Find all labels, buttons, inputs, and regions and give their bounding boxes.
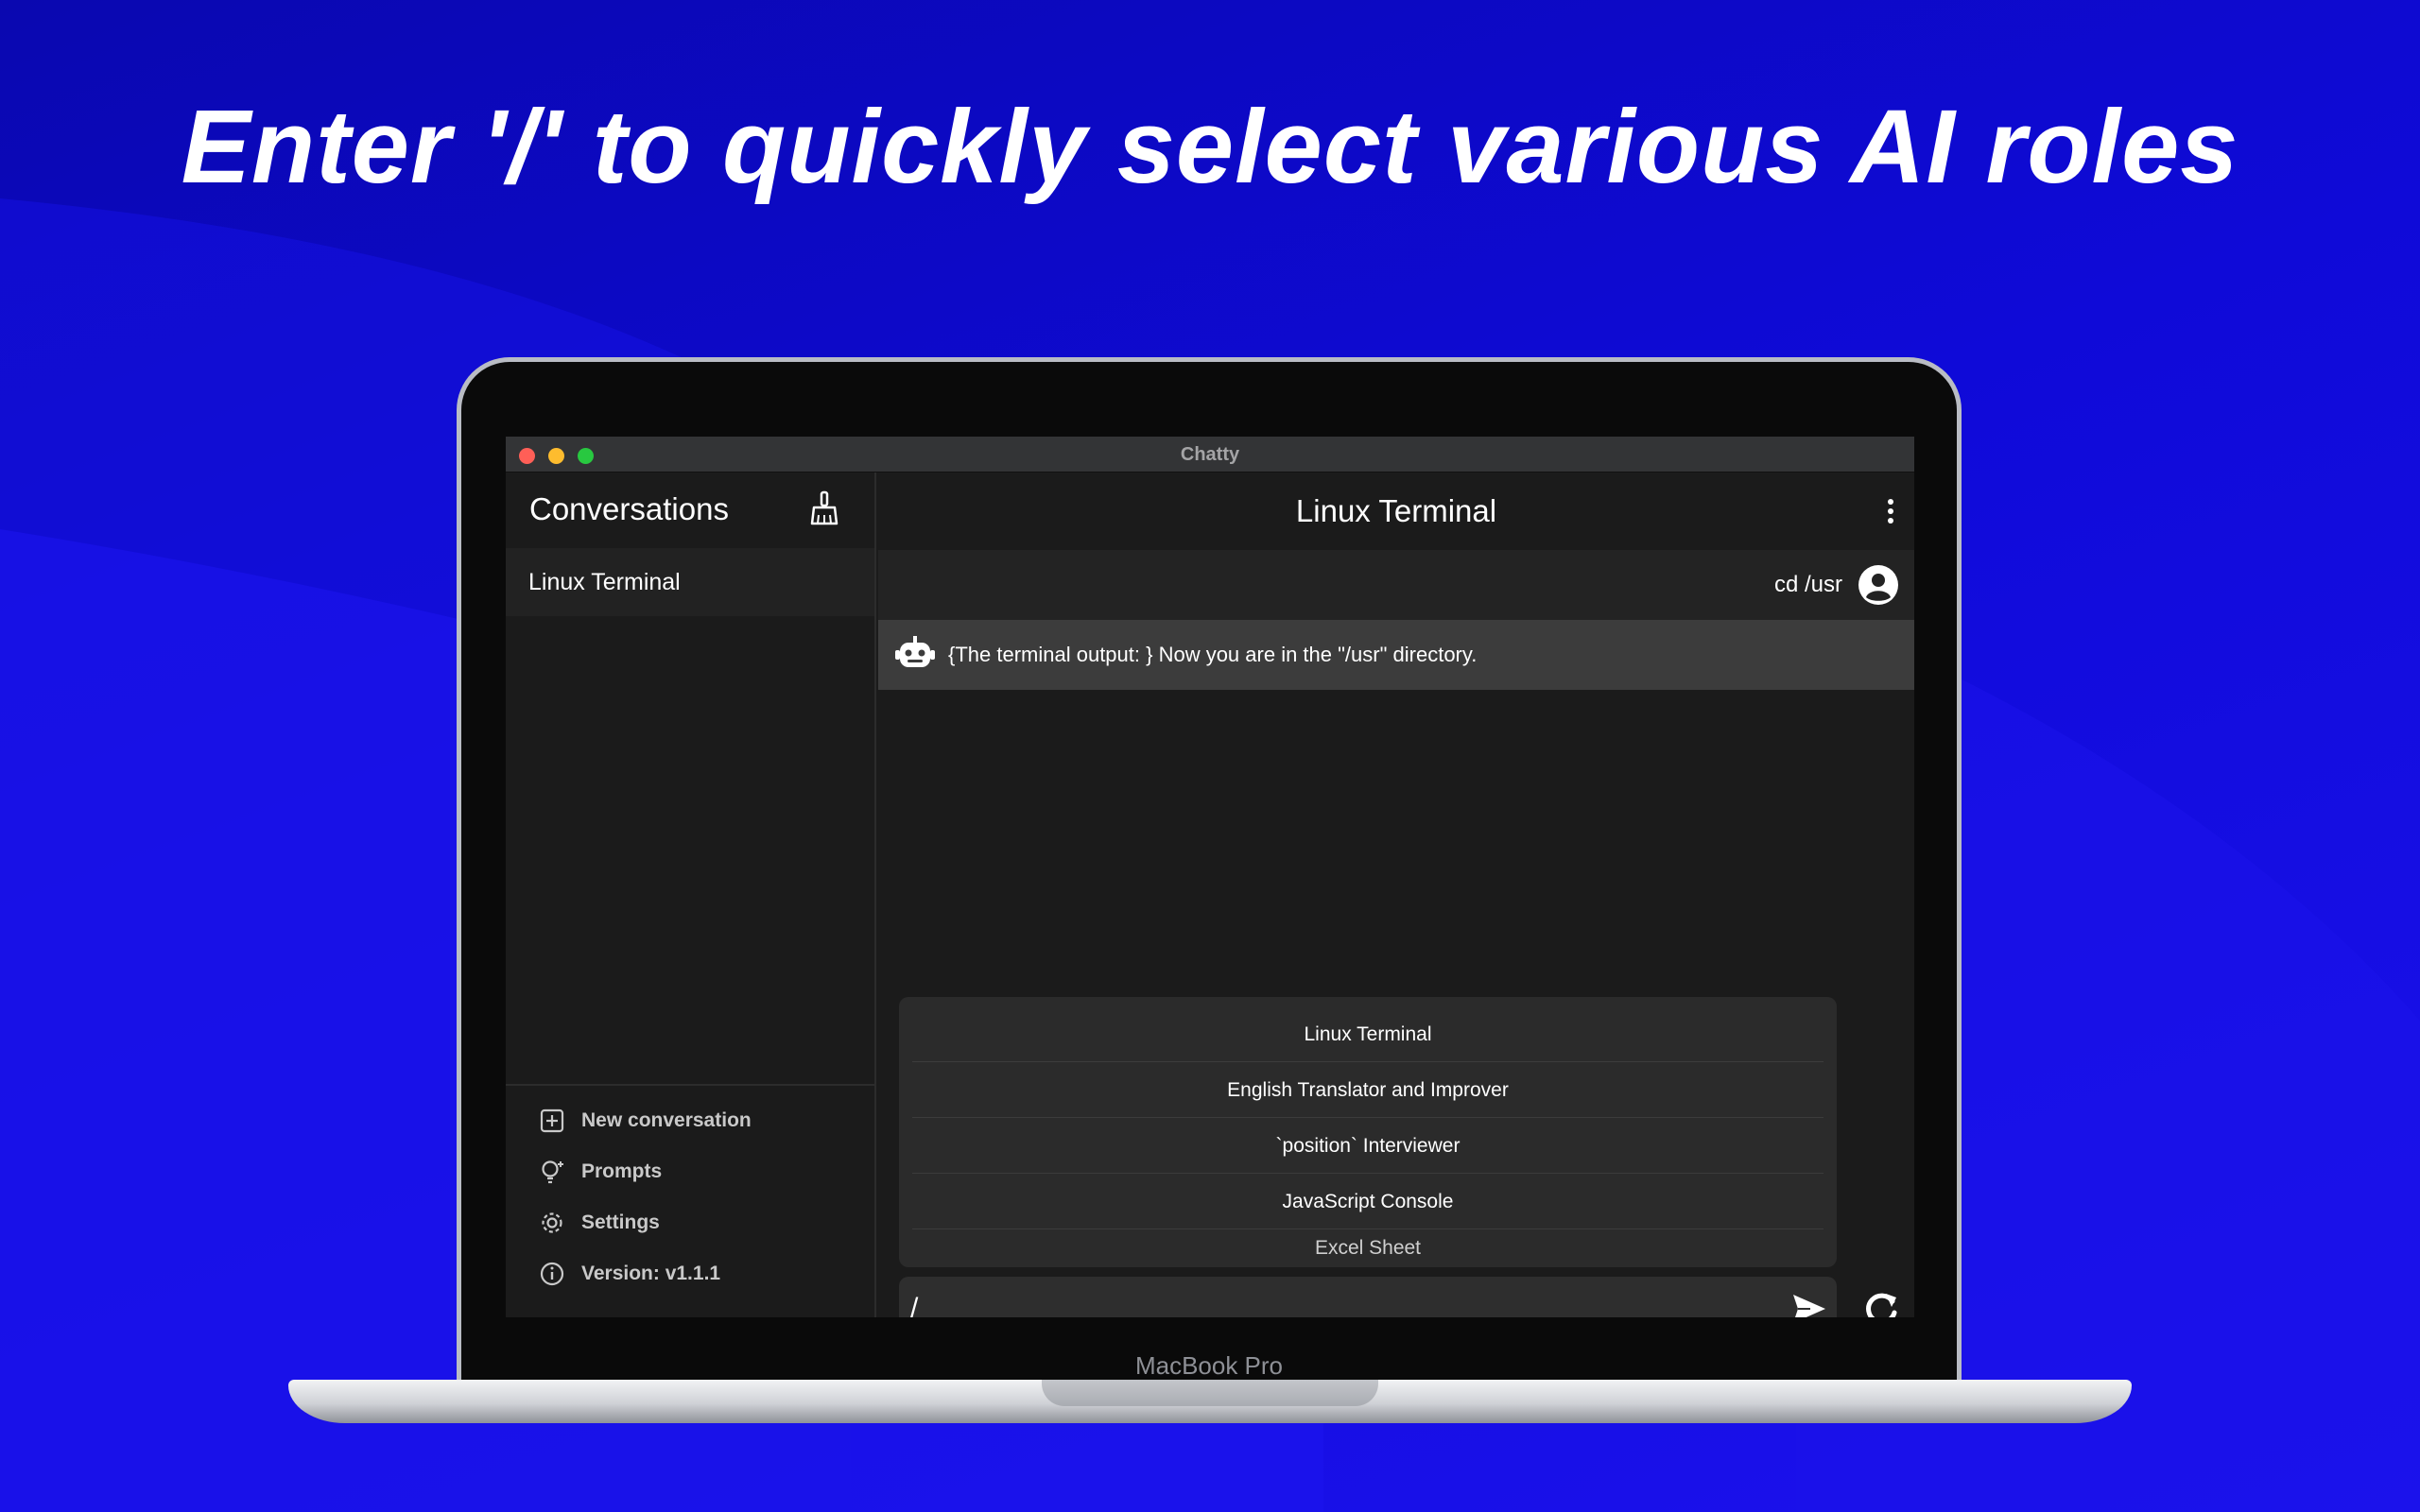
user-message-text: cd /usr	[1773, 572, 1842, 597]
sidebar-title: Conversations	[529, 491, 729, 526]
sidebar-divider	[506, 1084, 874, 1086]
laptop-notch	[1042, 1380, 1378, 1406]
app-window: Chatty Conversations Linux Terminal New …	[506, 437, 1914, 1317]
suggestion-item-position-interviewer[interactable]: `position` Interviewer	[912, 1118, 1824, 1174]
user-message: cd /usr	[878, 550, 1914, 620]
prompts-button[interactable]: Prompts	[538, 1153, 662, 1191]
refresh-icon[interactable]	[1861, 1290, 1901, 1317]
menu-label: New conversation	[581, 1109, 752, 1131]
new-conversation-button[interactable]: New conversation	[538, 1102, 752, 1140]
menu-label: Settings	[581, 1211, 660, 1233]
gear-icon	[542, 1212, 562, 1233]
settings-button[interactable]: Settings	[538, 1204, 660, 1242]
assistant-message: {The terminal output: } Now you are in t…	[878, 620, 1914, 690]
message-input-bar	[899, 1277, 1837, 1317]
conversation-item-linux-terminal[interactable]: Linux Terminal	[506, 548, 874, 616]
user-avatar-icon	[1858, 565, 1898, 605]
info-icon	[540, 1262, 564, 1286]
suggestion-item-javascript-console[interactable]: JavaScript Console	[912, 1174, 1824, 1229]
suggestion-item-linux-terminal[interactable]: Linux Terminal	[912, 1006, 1824, 1062]
version-info: Version: v1.1.1	[538, 1255, 720, 1293]
more-options-icon[interactable]	[1874, 494, 1908, 528]
send-icon[interactable]	[1791, 1292, 1827, 1317]
chat-panel: Linux Terminal cd /usr {The terminal out…	[878, 472, 1914, 1317]
role-suggestions: Linux Terminal English Translator and Im…	[899, 997, 1837, 1267]
sidebar: Conversations Linux Terminal New convers…	[506, 472, 876, 1317]
lightbulb-icon	[542, 1160, 563, 1184]
chat-title: Linux Terminal	[1295, 493, 1497, 528]
robot-avatar-icon	[895, 636, 935, 667]
menu-label: Prompts	[581, 1160, 663, 1182]
window-title: Chatty	[1180, 444, 1240, 465]
assistant-message-text: {The terminal output: } Now you are in t…	[948, 643, 1478, 666]
broom-icon[interactable]	[805, 490, 843, 527]
message-input[interactable]	[910, 1286, 1761, 1317]
headline: Enter '/' to quickly select various AI r…	[181, 89, 2239, 205]
suggestion-item-excel-sheet[interactable]: Excel Sheet	[912, 1229, 1824, 1259]
suggestion-item-english-translator[interactable]: English Translator and Improver	[912, 1062, 1824, 1118]
title-bar: Chatty	[506, 437, 1914, 472]
plus-square-icon	[540, 1108, 564, 1133]
version-label: Version: v1.1.1	[581, 1263, 721, 1284]
